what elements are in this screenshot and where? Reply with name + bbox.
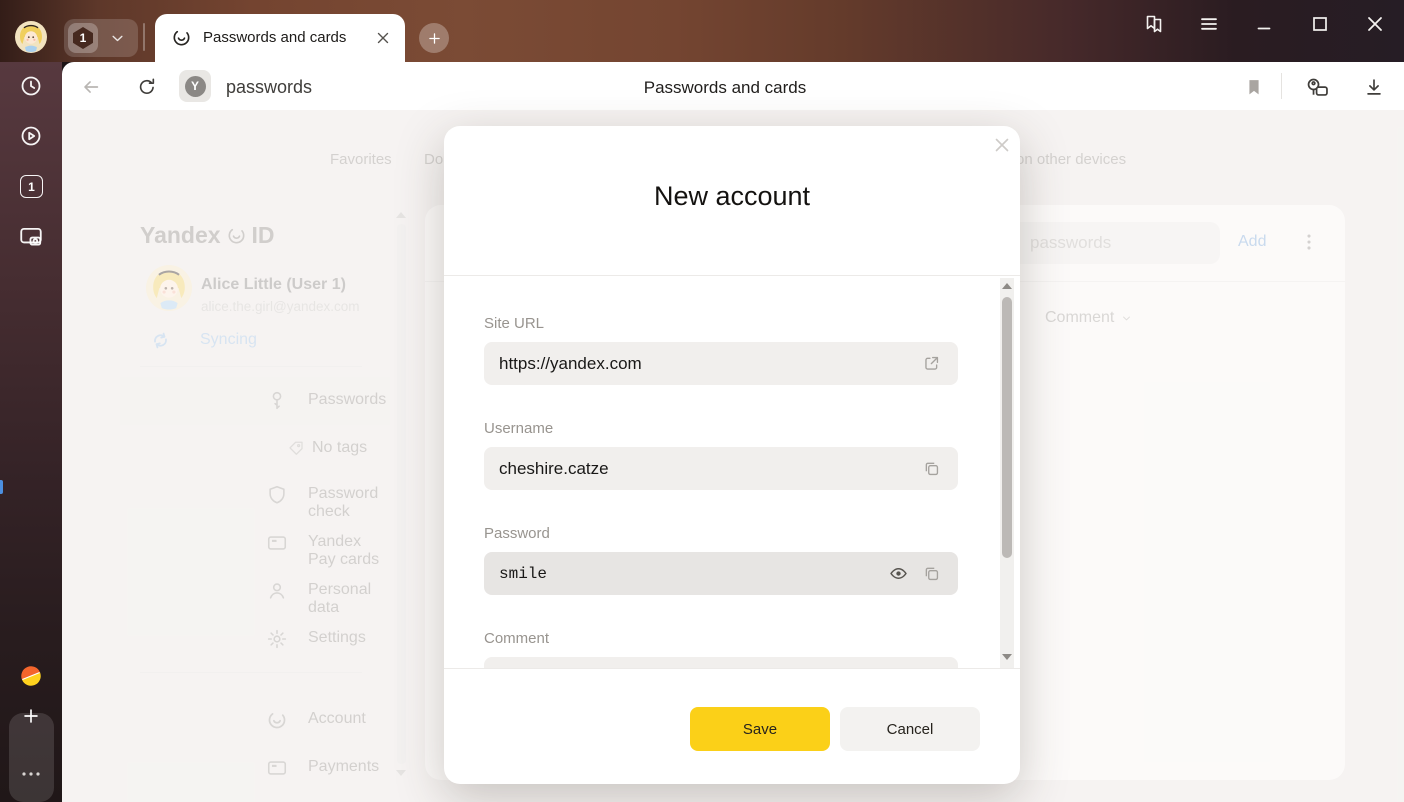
eye-icon[interactable] xyxy=(888,563,909,584)
bookmark-icon[interactable] xyxy=(1243,76,1265,98)
back-icon[interactable] xyxy=(80,76,102,98)
site-url-label: Site URL xyxy=(484,315,544,332)
downloads-icon[interactable] xyxy=(1363,76,1385,98)
save-button[interactable]: Save xyxy=(690,707,830,751)
browser-sidebar: 1 xyxy=(0,62,62,802)
collections-icon[interactable] xyxy=(1142,12,1166,36)
comment-label: Comment xyxy=(484,630,549,647)
modal-title: New account xyxy=(444,181,1020,212)
tabbar-divider xyxy=(143,23,145,51)
modal-close-icon[interactable] xyxy=(991,134,1013,156)
browser-tab[interactable]: Passwords and cards xyxy=(155,14,405,62)
modal-scroll-up-arrow[interactable] xyxy=(1002,283,1012,289)
tab-close-icon[interactable] xyxy=(374,29,392,47)
site-badge[interactable]: Y xyxy=(179,70,211,102)
play-media-icon[interactable] xyxy=(19,124,43,148)
copy-icon[interactable] xyxy=(922,564,941,583)
history-icon[interactable] xyxy=(19,74,43,98)
password-field[interactable]: smile xyxy=(484,552,958,595)
password-manager-icon[interactable] xyxy=(1304,75,1330,101)
password-label: Password xyxy=(484,525,550,542)
tab-group-hexagon: 1 xyxy=(73,27,93,49)
modal-header-divider xyxy=(444,275,1020,276)
modal-footer-divider xyxy=(444,668,1020,669)
tab-group-chevron-icon[interactable] xyxy=(108,29,127,48)
minimize-icon[interactable] xyxy=(1252,12,1276,36)
more-options-icon[interactable] xyxy=(19,762,43,786)
menu-icon[interactable] xyxy=(1197,12,1221,36)
sidebar-notification-tick xyxy=(0,480,3,494)
sidebar-tab-count: 1 xyxy=(28,180,35,194)
site-icon-letter: Y xyxy=(191,79,199,93)
site-url-field[interactable]: https://yandex.com xyxy=(484,342,958,385)
yandex-browser-logo[interactable] xyxy=(18,663,44,689)
new-tab-button[interactable] xyxy=(419,23,449,53)
toolbar-divider xyxy=(1281,73,1282,99)
maximize-icon[interactable] xyxy=(1308,12,1332,36)
screenshot-icon[interactable] xyxy=(18,224,44,250)
tab-group-badge[interactable]: 1 xyxy=(68,23,98,53)
password-value: smile xyxy=(499,565,547,583)
username-label: Username xyxy=(484,420,553,437)
modal-scrollbar-thumb[interactable] xyxy=(1002,297,1012,558)
tab-group-count: 1 xyxy=(80,31,87,45)
yandex-site-icon: Y xyxy=(185,76,206,97)
window-titlebar: 1 Passwords and cards xyxy=(0,0,1404,62)
close-window-icon[interactable] xyxy=(1363,12,1387,36)
tab-counter-icon[interactable]: 1 xyxy=(20,175,43,198)
comment-field[interactable] xyxy=(484,657,958,668)
url-text[interactable]: passwords xyxy=(226,77,312,98)
profile-avatar[interactable] xyxy=(15,21,47,53)
username-value: cheshire.catze xyxy=(499,459,609,479)
yandex-id-tab-icon xyxy=(171,27,192,48)
modal-scroll-down-arrow[interactable] xyxy=(1002,654,1012,660)
page-title: Passwords and cards xyxy=(560,78,890,98)
new-account-modal: New account Site URL https://yandex.com … xyxy=(444,126,1020,784)
browser-toolbar: Y passwords Passwords and cards xyxy=(62,62,1404,110)
copy-icon[interactable] xyxy=(922,459,941,478)
tab-title: Passwords and cards xyxy=(203,29,346,46)
username-field[interactable]: cheshire.catze xyxy=(484,447,958,490)
site-url-value: https://yandex.com xyxy=(499,354,642,374)
open-link-icon[interactable] xyxy=(922,354,941,373)
add-panel-icon[interactable] xyxy=(20,705,42,727)
refresh-icon[interactable] xyxy=(136,76,158,98)
cancel-button[interactable]: Cancel xyxy=(840,707,980,751)
plus-icon xyxy=(426,30,443,47)
